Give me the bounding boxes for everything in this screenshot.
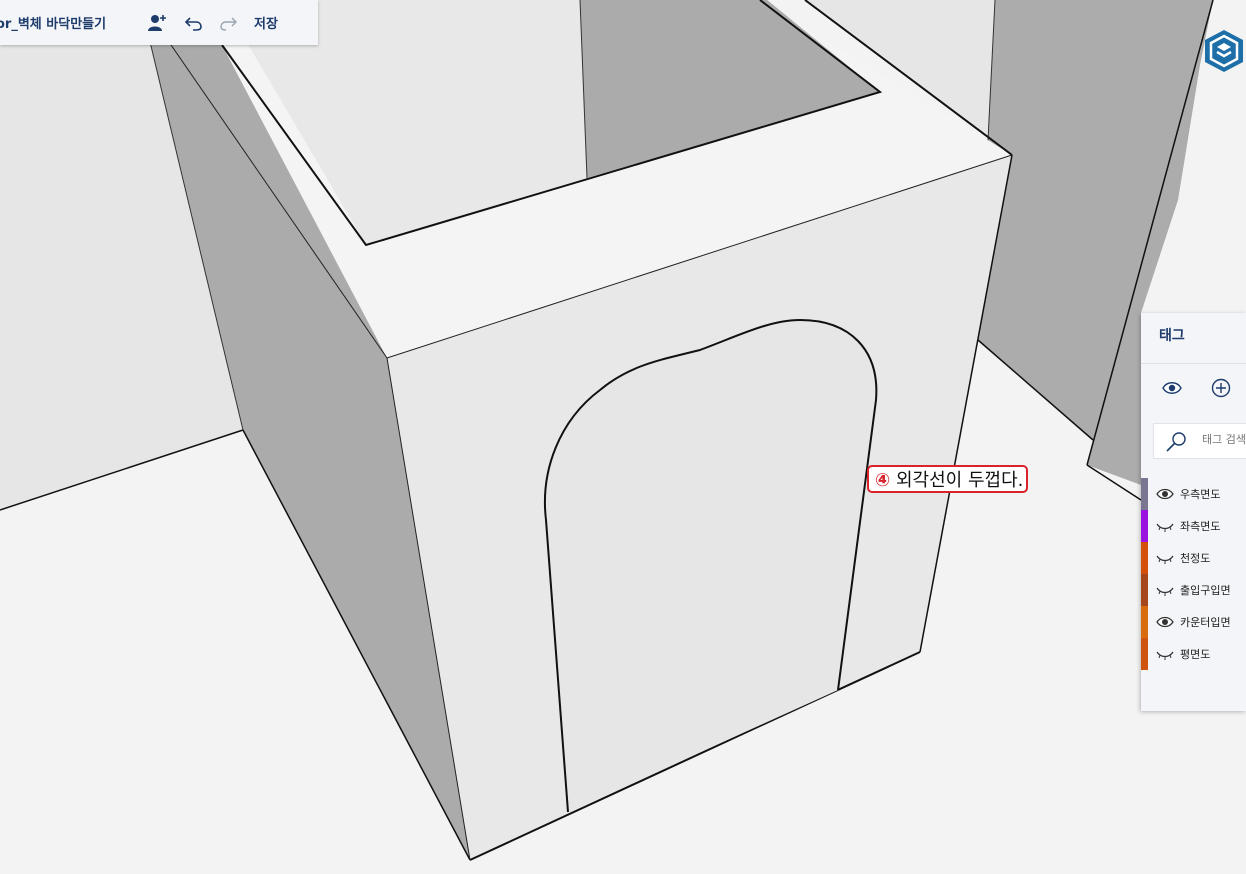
add-person-icon: [148, 14, 166, 31]
tag-list: 우측면도 좌측면도 천정도 출입구입면 카운터입면 평면도: [1141, 478, 1246, 670]
tag-color-swatch[interactable]: [1141, 638, 1148, 670]
redo-icon: [220, 17, 237, 31]
eye-icon[interactable]: [1155, 486, 1175, 502]
toggle-visibility-button[interactable]: [1161, 377, 1183, 399]
tag-row[interactable]: 좌측면도: [1141, 510, 1246, 542]
eye-closed-icon[interactable]: [1155, 550, 1175, 566]
tag-name: 우측면도: [1180, 488, 1221, 501]
eye-closed-icon[interactable]: [1155, 582, 1175, 598]
tag-row[interactable]: 천정도: [1141, 542, 1246, 574]
tags-panel-title: 태그: [1159, 328, 1185, 344]
tag-color-swatch[interactable]: [1141, 574, 1148, 606]
tag-name: 평면도: [1180, 648, 1211, 661]
add-person-button[interactable]: [144, 8, 170, 38]
tag-name: 출입구입면: [1180, 584, 1231, 597]
panel-divider: [1141, 363, 1246, 364]
tag-name: 좌측면도: [1180, 520, 1221, 533]
tag-color-swatch[interactable]: [1141, 510, 1148, 542]
tag-name: 천정도: [1180, 552, 1211, 565]
callout-text: 외각선이 두껍다.: [895, 470, 1024, 491]
callout-number: ④: [875, 470, 891, 491]
tag-search-box[interactable]: [1153, 423, 1246, 459]
tag-row[interactable]: 우측면도: [1141, 478, 1246, 510]
eye-closed-icon[interactable]: [1155, 646, 1175, 662]
tag-row[interactable]: 평면도: [1141, 638, 1246, 670]
save-button[interactable]: 저장: [254, 8, 278, 38]
tag-color-swatch[interactable]: [1141, 542, 1148, 574]
eye-icon: [1162, 382, 1182, 394]
tag-row[interactable]: 카운터입면: [1141, 606, 1246, 638]
undo-icon: [185, 16, 202, 31]
tags-panel: 태그 우측면도 좌측면도 천: [1141, 313, 1246, 711]
tag-name: 카운터입면: [1180, 616, 1231, 629]
eye-closed-icon[interactable]: [1155, 518, 1175, 534]
search-icon: [1166, 432, 1186, 452]
redo-button[interactable]: [216, 8, 240, 38]
tag-color-swatch[interactable]: [1141, 606, 1148, 638]
sketchup-logo-icon[interactable]: [1203, 28, 1245, 74]
annotation-callout: ④ 외각선이 두껍다.: [867, 465, 1029, 493]
top-toolbar: or_벽체 바닥만들기 저장: [0, 0, 318, 45]
model-viewport[interactable]: [0, 0, 1246, 874]
undo-button[interactable]: [182, 8, 206, 38]
add-tag-button[interactable]: [1210, 377, 1232, 399]
tag-search-input[interactable]: [1202, 433, 1246, 446]
document-title[interactable]: or_벽체 바닥만들기: [0, 13, 136, 32]
add-circle-icon: [1211, 378, 1231, 398]
eye-icon[interactable]: [1155, 614, 1175, 630]
tag-row[interactable]: 출입구입면: [1141, 574, 1246, 606]
tag-color-swatch[interactable]: [1141, 478, 1148, 510]
